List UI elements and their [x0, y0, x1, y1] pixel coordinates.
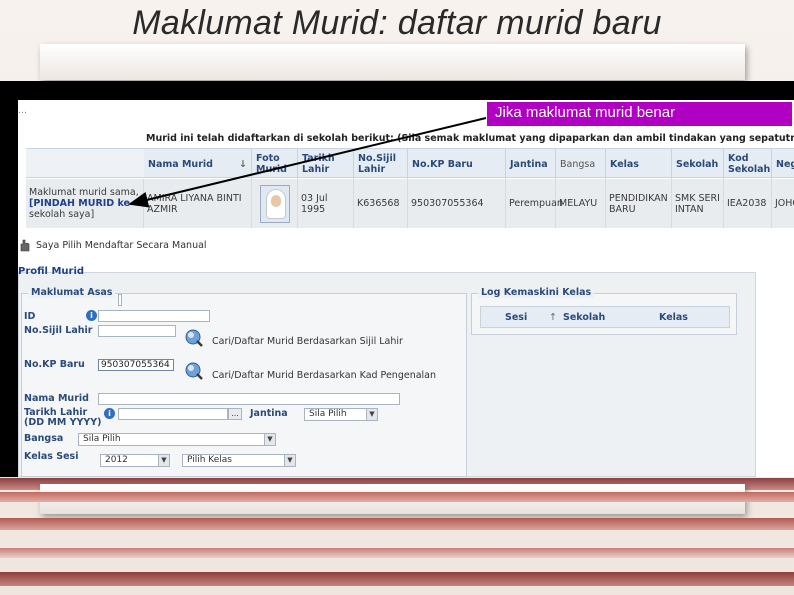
tarikh-input-hidden	[118, 294, 122, 306]
app-screenshot: … Murid ini telah didaftarkan di sekolah…	[18, 100, 794, 477]
maklumat-asas-legend: Maklumat Asas	[28, 287, 116, 298]
note-prefix: Maklumat murid sama,	[29, 187, 139, 198]
hand-icon	[18, 238, 32, 252]
log-kelas-fieldset: Log Kemaskini Kelas Sesi ↑ Sekolah Kelas	[471, 287, 737, 335]
manual-register-link[interactable]: Saya Pilih Mendaftar Secara Manual	[18, 238, 207, 252]
sort-icon: ↑	[549, 312, 557, 323]
th-negeri[interactable]: Negeri	[772, 149, 794, 179]
log-table-header: Sesi ↑ Sekolah Kelas	[480, 306, 730, 328]
table-header: Nama Murid ↓ Foto Murid Tarikh Lahir No.…	[144, 148, 794, 179]
pindah-murid-link[interactable]: [PINDAH MURID ke	[29, 198, 130, 209]
student-photo	[259, 184, 290, 223]
kp-label: No.KP Baru	[24, 359, 85, 370]
cell-jantina: Perempuan	[506, 179, 563, 228]
cell-sijil: K636568	[354, 179, 408, 228]
tarikh-input[interactable]	[118, 408, 228, 420]
manual-register-label: Saya Pilih Mendaftar Secara Manual	[36, 239, 207, 251]
kelas-sesi-label: Kelas Sesi	[24, 451, 79, 462]
log-th-sekolah[interactable]: Sekolah	[563, 313, 605, 323]
cell-nama: AMIRA LIYANA BINTI AZMIR	[144, 179, 252, 228]
th-kelas[interactable]: Kelas	[606, 149, 672, 179]
maklumat-asas-fieldset: Maklumat Asas ID i No.Sijil Lahir Cari/D…	[21, 287, 467, 477]
face-shape	[270, 194, 281, 207]
nama-input[interactable]	[98, 393, 400, 405]
result-table: Nama Murid ↓ Foto Murid Tarikh Lahir No.…	[26, 148, 794, 228]
chevron-down-icon: ▼	[366, 409, 377, 420]
cell-sekolah: SMK SERI INTAN	[672, 179, 724, 228]
nama-label: Nama Murid	[24, 393, 89, 404]
th-jantina[interactable]: Jantina	[506, 149, 556, 179]
search-icon[interactable]	[182, 327, 204, 349]
id-input[interactable]	[98, 310, 210, 322]
th-foto: Foto Murid	[252, 149, 298, 179]
note-suffix: sekolah saya]	[29, 209, 95, 220]
info-icon[interactable]: i	[86, 310, 97, 321]
sijil-label: No.Sijil Lahir	[24, 325, 93, 336]
th-sijil[interactable]: No.Sijil Lahir	[354, 149, 408, 179]
decor-stripe	[0, 492, 794, 502]
log-th-sesi[interactable]: Sesi	[505, 313, 527, 323]
bangsa-select[interactable]: Sila Pilih ▼	[78, 433, 276, 446]
cell-kp: 950307055364	[408, 179, 506, 228]
info-icon[interactable]: i	[104, 408, 115, 419]
chevron-down-icon: ▼	[158, 455, 169, 466]
profil-murid-panel: Maklumat Asas ID i No.Sijil Lahir Cari/D…	[18, 272, 756, 477]
notice-paren: (Sila semak maklumat yang dipaparkan dan…	[397, 133, 794, 144]
kelas-select[interactable]: Pilih Kelas ▼	[182, 454, 296, 467]
decor-stripe	[0, 572, 794, 586]
cell-tarikh: 03 Jul 1995	[298, 179, 354, 228]
date-picker-button[interactable]: ...	[228, 408, 242, 420]
cell-bangsa: MELAYU	[556, 179, 606, 228]
log-th-kelas[interactable]: Kelas	[659, 313, 688, 323]
bangsa-label: Bangsa	[24, 433, 64, 444]
registered-notice: Murid ini telah didaftarkan di sekolah b…	[146, 133, 794, 144]
cell-kod-sekolah: IEA2038	[724, 179, 772, 228]
sesi-select[interactable]: 2012 ▼	[100, 454, 170, 467]
log-kelas-legend: Log Kemaskini Kelas	[478, 287, 595, 298]
decor-stripe	[0, 548, 794, 558]
profil-murid-title: Profil Murid	[18, 266, 85, 277]
th-kp[interactable]: No.KP Baru	[408, 149, 506, 179]
search-icon[interactable]	[182, 360, 204, 382]
th-tarikh[interactable]: Tarikh Lahir	[298, 149, 354, 179]
jantina-label: Jantina	[250, 408, 288, 419]
slide-title: Maklumat Murid: daftar murid baru	[132, 4, 662, 42]
th-nama[interactable]: Nama Murid ↓	[144, 149, 252, 179]
search-kp-link[interactable]: Cari/Daftar Murid Berdasarkan Kad Pengen…	[212, 370, 436, 381]
pindah-note: Maklumat murid sama, [PINDAH MURID ke se…	[26, 179, 144, 228]
id-label: ID	[24, 311, 36, 322]
jantina-select[interactable]: Sila Pilih ▼	[304, 408, 378, 421]
chevron-down-icon: ▼	[264, 434, 275, 445]
decor-stripe	[0, 518, 794, 530]
chevron-down-icon: ▼	[284, 455, 295, 466]
table-header-blank	[26, 148, 144, 178]
th-bangsa[interactable]: Bangsa	[556, 149, 606, 179]
notice-lead: Murid ini telah didaftarkan di sekolah b…	[146, 133, 394, 144]
tarikh-format: (DD MM YYYY)	[24, 417, 102, 428]
top-text: …	[18, 106, 27, 116]
sort-icon: ↓	[239, 158, 247, 170]
callout-box: Jika maklumat murid benar	[485, 100, 794, 128]
cell-kelas: PENDIDIKAN BARU	[606, 179, 672, 228]
th-kod-sekolah[interactable]: Kod Sekolah	[724, 149, 772, 179]
kp-input[interactable]: 950307055364	[98, 359, 174, 371]
title-underlay	[40, 44, 745, 80]
sijil-input[interactable]	[98, 325, 176, 337]
th-sekolah[interactable]: Sekolah	[672, 149, 724, 179]
cell-negeri: JOHOR	[775, 198, 794, 209]
cell-foto	[252, 179, 298, 228]
table-row: Maklumat murid sama, [PINDAH MURID ke se…	[26, 179, 794, 228]
search-sijil-link[interactable]: Cari/Daftar Murid Berdasarkan Sijil Lahi…	[212, 336, 403, 347]
